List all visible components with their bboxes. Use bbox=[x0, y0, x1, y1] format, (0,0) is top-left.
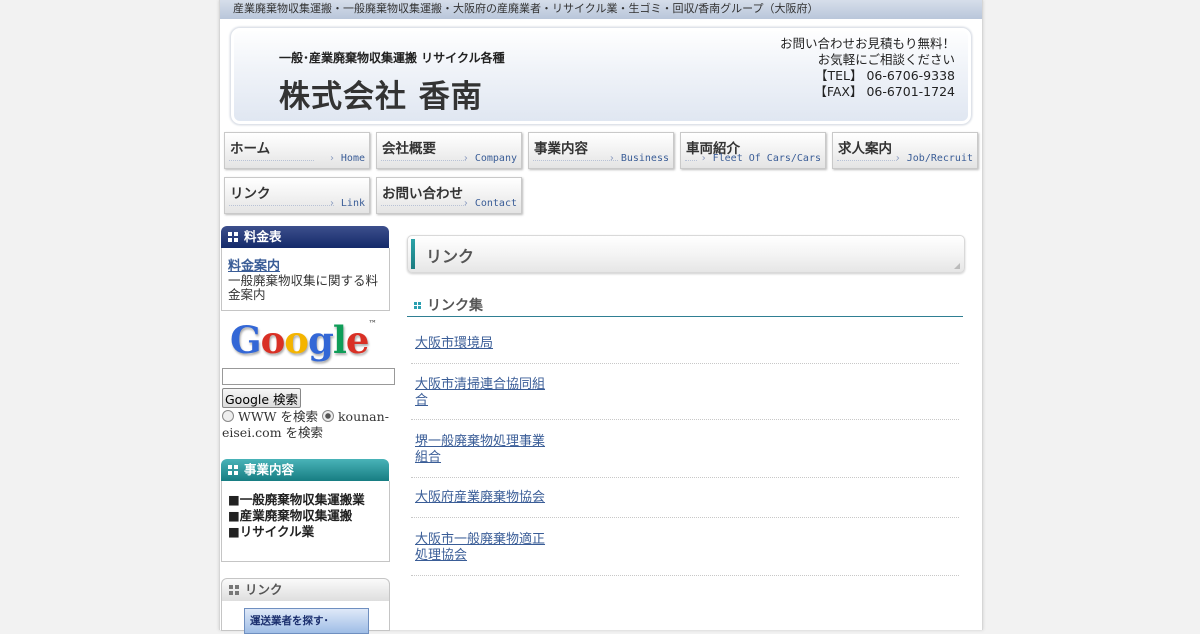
grid-icon bbox=[414, 302, 421, 309]
sidebar-links-box: 運送業者を探す･ bbox=[221, 601, 390, 634]
carrier-search-banner[interactable]: 運送業者を探す･ bbox=[244, 608, 369, 634]
nav-sublabel: Link bbox=[329, 198, 365, 209]
nav-divider bbox=[229, 205, 334, 206]
page-title-box: リンク bbox=[407, 235, 965, 273]
contact-line: お問い合わせお見積もり無料！ bbox=[779, 36, 955, 51]
radio-site[interactable] bbox=[322, 410, 334, 422]
nav-label: お問い合わせ bbox=[382, 186, 463, 202]
google-logo: Google™ bbox=[230, 318, 376, 362]
nav-label: リンク bbox=[230, 186, 271, 202]
nav-home-button[interactable]: ホーム Home bbox=[224, 132, 370, 169]
sidebar-business-box: ■一般廃棄物収集運搬業 ■産業廃棄物収集運搬 ■リサイクル業 bbox=[221, 481, 390, 562]
nav-sublabel: Home bbox=[329, 153, 365, 164]
nav-recruit-button[interactable]: 求人案内 Job/Recruit bbox=[832, 132, 978, 169]
list-item: 堺一般廃棄物処理事業組合 bbox=[411, 420, 959, 478]
radio-www[interactable] bbox=[222, 410, 234, 422]
company-logo[interactable]: 株式会社 香南 bbox=[279, 71, 483, 116]
business-item: ■リサイクル業 bbox=[228, 524, 315, 539]
link-osaka-environment[interactable]: 大阪市環境局 bbox=[415, 336, 555, 352]
page-container: 産業廃棄物収集運搬・一般廃棄物収集運搬・大阪府の産廃業者・リサイクル業・生ゴミ・… bbox=[219, 0, 983, 634]
nav-sublabel: Job/Recruit bbox=[895, 153, 973, 164]
sidebar-price-box: 料金案内 一般廃棄物収集に関する料金案内 bbox=[221, 248, 390, 311]
nav-label: 会社概要 bbox=[382, 141, 436, 157]
list-item: 大阪府産業廃棄物協会 bbox=[411, 478, 959, 518]
logo-subtitle: 一般･産業廃棄物収集運搬 リサイクル各種 bbox=[279, 51, 505, 65]
google-search-button[interactable]: Google 検索 bbox=[222, 388, 302, 408]
nav-divider bbox=[229, 160, 314, 161]
contact-tel: 【TEL】 06-6706-9338 bbox=[814, 68, 955, 83]
nav-sublabel: Business bbox=[609, 153, 669, 164]
nav-fleet-button[interactable]: 車両紹介 Fleet Of Cars/Cars bbox=[680, 132, 826, 169]
sidebar-heading-label: 事業内容 bbox=[244, 462, 295, 477]
nav-divider bbox=[381, 205, 466, 206]
nav-contact-button[interactable]: お問い合わせ Contact bbox=[376, 177, 522, 214]
nav-sublabel: Fleet Of Cars/Cars bbox=[701, 153, 821, 164]
nav-divider bbox=[837, 160, 897, 161]
search-scope-options: WWW を検索 kounan-eisei.com を検索 bbox=[222, 409, 394, 441]
nav-divider bbox=[381, 160, 466, 161]
list-item: 大阪市一般廃棄物適正処理協会 bbox=[411, 518, 959, 576]
link-osaka-industrial-waste-assoc[interactable]: 大阪府産業廃棄物協会 bbox=[415, 490, 555, 506]
nav-divider bbox=[685, 160, 697, 161]
top-banner-text: 産業廃棄物収集運搬・一般廃棄物収集運搬・大阪府の産廃業者・リサイクル業・生ゴミ・… bbox=[233, 2, 819, 15]
nav-divider bbox=[533, 160, 618, 161]
sidebar-price-heading: 料金表 bbox=[221, 226, 389, 248]
nav-label: ホーム bbox=[230, 141, 271, 157]
sidebar-links-heading: リンク bbox=[221, 578, 390, 601]
top-banner: 産業廃棄物収集運搬・一般廃棄物収集運搬・大阪府の産廃業者・リサイクル業・生ゴミ・… bbox=[220, 0, 982, 19]
banner-label: 運送業者を探す･ bbox=[250, 615, 329, 627]
contact-fax: 【FAX】 06-6701-1724 bbox=[814, 84, 955, 99]
corner-arrow-icon bbox=[954, 263, 960, 269]
contact-info: お問い合わせお見積もり無料！ お気軽にご相談ください 【TEL】 06-6706… bbox=[780, 36, 955, 100]
nav-sublabel: Contact bbox=[463, 198, 517, 209]
trademark-label: ™ bbox=[368, 318, 376, 328]
grid-icon bbox=[228, 465, 238, 475]
nav-sublabel: Company bbox=[463, 153, 517, 164]
radio-www-label: WWW を検索 bbox=[237, 409, 319, 424]
section-heading-label: リンク集 bbox=[427, 298, 483, 314]
link-osaka-cleaning-union[interactable]: 大阪市清掃連合協同組合 bbox=[415, 377, 555, 409]
nav-link-button[interactable]: リンク Link bbox=[224, 177, 370, 214]
price-guide-link[interactable]: 料金案内 bbox=[228, 255, 280, 274]
title-accent-bar bbox=[411, 239, 415, 269]
list-item: 大阪市清掃連合協同組合 bbox=[411, 364, 959, 420]
sidebar-business-heading: 事業内容 bbox=[221, 459, 389, 481]
page-title: リンク bbox=[426, 247, 475, 266]
grid-icon bbox=[229, 585, 239, 595]
site-header: 一般･産業廃棄物収集運搬 リサイクル各種 株式会社 香南 お問い合わせお見積もり… bbox=[230, 27, 972, 125]
nav-business-button[interactable]: 事業内容 Business bbox=[528, 132, 674, 169]
nav-label: 求人案内 bbox=[838, 141, 892, 157]
contact-line: お気軽にご相談ください bbox=[817, 52, 955, 67]
section-heading: リンク集 bbox=[407, 293, 963, 317]
link-osaka-general-waste-assoc[interactable]: 大阪市一般廃棄物適正処理協会 bbox=[415, 532, 555, 564]
nav-label: 事業内容 bbox=[534, 141, 588, 157]
link-sakai-waste-union[interactable]: 堺一般廃棄物処理事業組合 bbox=[415, 434, 555, 466]
nav-company-button[interactable]: 会社概要 Company bbox=[376, 132, 522, 169]
grid-icon bbox=[228, 232, 238, 242]
sidebar-heading-label: リンク bbox=[245, 582, 283, 597]
price-guide-desc: 一般廃棄物収集に関する料金案内 bbox=[228, 273, 379, 302]
list-item: 大阪市環境局 bbox=[411, 326, 959, 364]
google-search-input[interactable] bbox=[222, 368, 395, 385]
sidebar-heading-label: 料金表 bbox=[244, 229, 282, 244]
